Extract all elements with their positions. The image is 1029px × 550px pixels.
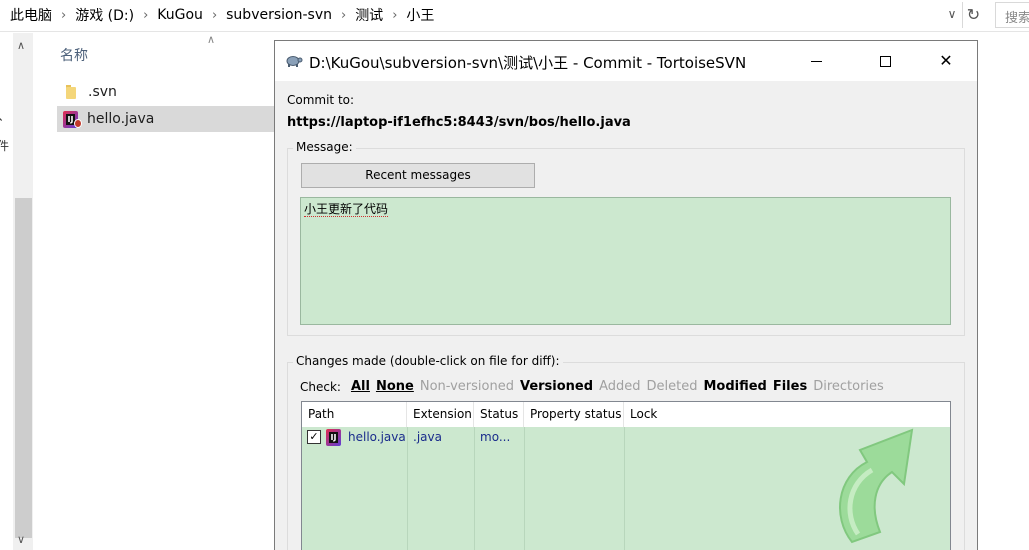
scroll-down-icon[interactable]: ∨ <box>17 533 25 546</box>
breadcrumb-separator-icon[interactable]: › <box>392 8 397 23</box>
row-lock <box>624 427 950 447</box>
column-header-status[interactable]: Status <box>474 402 524 427</box>
column-header-property-status[interactable]: Property status <box>524 402 624 427</box>
file-item-svn[interactable]: .svn <box>57 79 277 105</box>
recent-messages-label: Recent messages <box>365 168 471 182</box>
breadcrumb-kugou[interactable]: KuGou <box>157 7 203 23</box>
intellij-java-icon: IJ <box>63 110 82 128</box>
maximize-icon <box>879 56 891 67</box>
scroll-up-icon[interactable]: ∧ <box>17 39 25 52</box>
changes-label: Changes made (double-click on file for d… <box>293 354 563 368</box>
screen: 此电脑 › 游戏 (D:) › KuGou › subversion-svn ›… <box>0 0 1029 550</box>
scrollbar-thumb[interactable] <box>15 198 32 538</box>
check-all-link[interactable]: All <box>351 379 370 394</box>
dialog-title: D:\KuGou\subversion-svn\测试\小王 - Commit -… <box>309 54 747 72</box>
breadcrumb-xiaowang[interactable]: 小王 <box>406 5 434 25</box>
breadcrumb-test[interactable]: 测试 <box>355 5 383 25</box>
row-path: hello.java <box>348 430 406 444</box>
navigation-pane: 、 件 <box>0 33 12 550</box>
file-name: hello.java <box>87 111 155 127</box>
check-non-versioned-link[interactable]: Non-versioned <box>420 379 514 394</box>
maximize-button[interactable] <box>862 41 908 81</box>
file-item-hello-java[interactable]: IJ hello.java <box>57 106 277 132</box>
navigation-scrollbar[interactable]: ∧ ∨ <box>13 33 33 550</box>
sort-ascending-icon: ∧ <box>207 33 216 46</box>
minimize-icon <box>810 61 822 62</box>
breadcrumb: 此电脑 › 游戏 (D:) › KuGou › subversion-svn ›… <box>10 0 434 30</box>
check-filter-bar: Check: All None Non-versioned Versioned … <box>300 379 890 394</box>
dialog-titlebar[interactable]: D:\KuGou\subversion-svn\测试\小王 - Commit -… <box>275 41 977 81</box>
chevron-down-icon[interactable]: ∨ <box>944 7 960 23</box>
commit-url: https://laptop-if1efhc5:8443/svn/bos/hel… <box>287 115 631 130</box>
column-header-path[interactable]: Path <box>302 402 407 427</box>
check-files-link[interactable]: Files <box>773 379 807 394</box>
breadcrumb-separator-icon[interactable]: › <box>143 8 148 23</box>
breadcrumb-this-pc[interactable]: 此电脑 <box>10 5 52 25</box>
row-status: mo... <box>480 430 511 444</box>
minimize-button[interactable] <box>793 41 839 81</box>
close-icon: ✕ <box>939 51 953 70</box>
breadcrumb-drive-d[interactable]: 游戏 (D:) <box>75 5 134 25</box>
table-row[interactable]: hello.java .java mo... <box>302 427 950 447</box>
breadcrumb-separator-icon[interactable]: › <box>61 8 66 23</box>
check-none-link[interactable]: None <box>376 379 414 394</box>
changes-list[interactable]: Path Extension Status Property status Lo… <box>301 401 951 550</box>
breadcrumb-separator-icon[interactable]: › <box>341 8 346 23</box>
column-header-name[interactable]: 名称 <box>60 45 88 65</box>
commit-to-label: Commit to: <box>287 93 355 107</box>
folder-icon <box>63 84 77 100</box>
search-input[interactable]: 搜索 <box>995 2 1029 28</box>
commit-dialog: D:\KuGou\subversion-svn\测试\小王 - Commit -… <box>274 40 978 550</box>
message-textarea[interactable]: 小王更新了代码 <box>300 197 951 325</box>
file-name: .svn <box>88 84 117 100</box>
column-header-extension[interactable]: Extension <box>407 402 474 427</box>
breadcrumb-separator-icon[interactable]: › <box>212 8 217 23</box>
nav-text-fragment: 、 <box>0 107 10 124</box>
tortoise-icon <box>286 56 303 67</box>
refresh-icon[interactable]: ↻ <box>962 2 984 28</box>
check-modified-link[interactable]: Modified <box>703 379 766 394</box>
check-versioned-link[interactable]: Versioned <box>520 379 593 394</box>
check-added-link[interactable]: Added <box>599 379 640 394</box>
recent-messages-button[interactable]: Recent messages <box>301 163 535 188</box>
breadcrumb-subversion-svn[interactable]: subversion-svn <box>226 7 332 23</box>
address-bar: 此电脑 › 游戏 (D:) › KuGou › subversion-svn ›… <box>0 0 1029 32</box>
check-directories-link[interactable]: Directories <box>813 379 884 394</box>
message-text: 小王更新了代码 <box>304 202 389 217</box>
message-label: Message: <box>293 140 356 154</box>
close-button[interactable]: ✕ <box>923 41 969 81</box>
row-property-status <box>524 427 624 447</box>
check-deleted-link[interactable]: Deleted <box>646 379 697 394</box>
nav-text-fragment[interactable]: 件 <box>0 137 9 154</box>
check-label: Check: <box>300 380 341 394</box>
row-extension: .java <box>413 430 442 444</box>
